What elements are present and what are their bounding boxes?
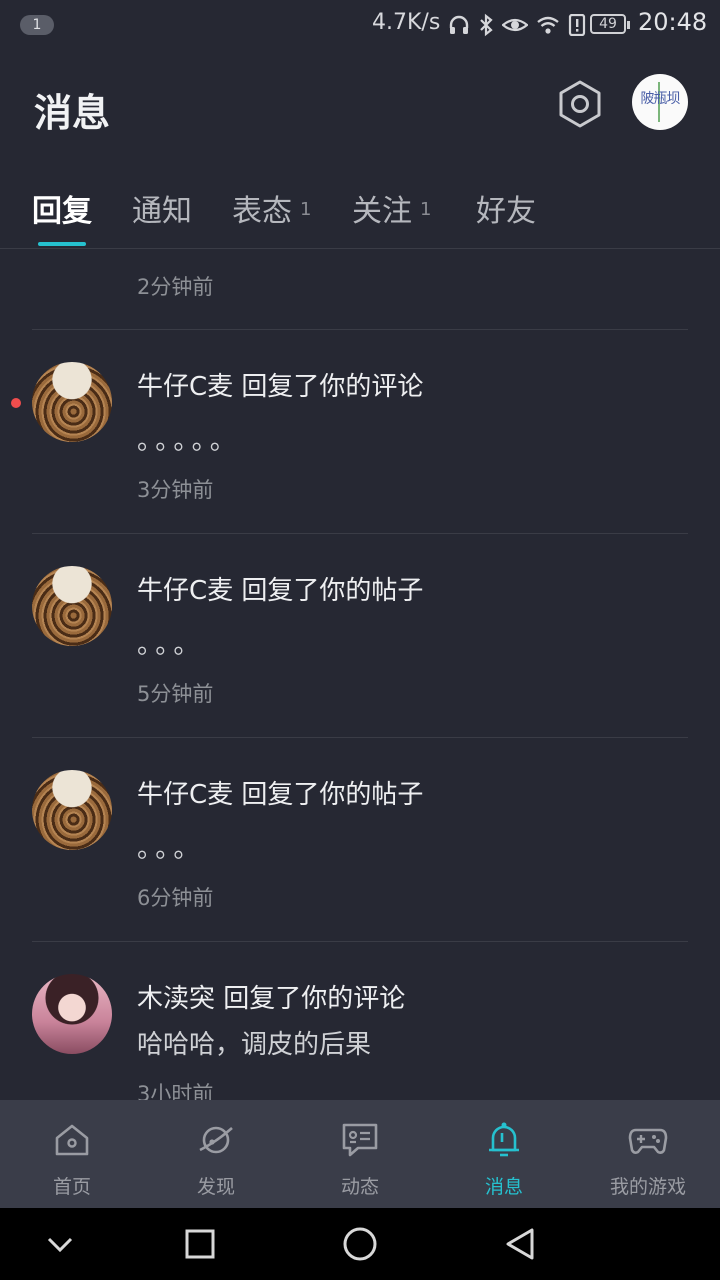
system-nav-bar bbox=[0, 1208, 720, 1280]
notification-count-badge: 1 bbox=[20, 15, 54, 35]
message-title: 木渎突 回复了你的评论 bbox=[137, 984, 406, 1014]
active-tab-indicator bbox=[38, 242, 86, 246]
tab-label: 好友 bbox=[476, 194, 536, 229]
unread-dot bbox=[11, 398, 21, 408]
tab-label: 关注 bbox=[352, 194, 412, 229]
nav-my-games[interactable]: 我的游戏 bbox=[576, 1100, 720, 1208]
avatar-text: 陂瓶坝 bbox=[640, 91, 681, 107]
back-triangle-icon bbox=[506, 1228, 534, 1260]
page-title: 消息 bbox=[34, 91, 111, 135]
message-time: 3分钟前 bbox=[137, 478, 214, 502]
message-title: 牛仔C麦 回复了你的评论 bbox=[137, 372, 424, 402]
message-title: 牛仔C麦 回复了你的帖子 bbox=[137, 780, 424, 810]
tab-friends[interactable]: 好友 bbox=[476, 186, 536, 230]
back-button[interactable] bbox=[500, 1224, 540, 1264]
tab-label: 回复 bbox=[32, 194, 92, 229]
message-body: 。。。。。 bbox=[137, 426, 242, 456]
list-item[interactable]: 牛仔C麦 回复了你的帖子 。。。 5分钟前 bbox=[0, 534, 720, 738]
message-body: 哈哈哈，调皮的后果 bbox=[137, 1030, 372, 1060]
net-speed: 4.7K/s bbox=[372, 10, 441, 35]
user-avatar[interactable]: 陂瓶坝 bbox=[632, 74, 688, 130]
nav-messages[interactable]: 消息 bbox=[432, 1100, 576, 1208]
recents-button[interactable] bbox=[180, 1224, 220, 1264]
circle-icon bbox=[343, 1227, 377, 1261]
message-title: 牛仔C麦 回复了你的帖子 bbox=[137, 576, 424, 606]
message-body: 。。。 bbox=[137, 630, 205, 660]
message-tabs: 回复 通知 表态 1 关注 1 好友 bbox=[0, 162, 720, 249]
partial-item-time: 2分钟前 bbox=[137, 275, 214, 299]
tab-badge: 1 bbox=[420, 199, 432, 220]
nav-label: 消息 bbox=[484, 1176, 523, 1198]
message-list[interactable]: 2分钟前 牛仔C麦 回复了你的评论 。。。。。 3分钟前 牛仔C麦 回复了你的帖… bbox=[0, 249, 720, 1100]
home-icon bbox=[55, 1124, 89, 1156]
clock: 20:48 bbox=[638, 8, 708, 36]
message-body: 。。。 bbox=[137, 834, 205, 864]
avatar[interactable] bbox=[32, 362, 112, 442]
message-time: 3小时前 bbox=[137, 1082, 214, 1100]
list-item[interactable]: 牛仔C麦 回复了你的评论 。。。。。 3分钟前 bbox=[0, 330, 720, 534]
bottom-nav: 首页 发现 动态 消息 我的游戏 bbox=[0, 1100, 720, 1208]
bell-icon bbox=[489, 1122, 519, 1157]
home-button[interactable] bbox=[340, 1224, 380, 1264]
tab-badge: 1 bbox=[300, 199, 312, 220]
nav-feed[interactable]: 动态 bbox=[288, 1100, 432, 1208]
eye-icon bbox=[502, 18, 528, 32]
chat-card-icon bbox=[342, 1123, 378, 1157]
avatar[interactable] bbox=[32, 566, 112, 646]
tab-notice[interactable]: 通知 bbox=[132, 186, 192, 230]
nav-label: 我的游戏 bbox=[609, 1176, 686, 1198]
status-icons bbox=[448, 10, 586, 40]
nav-label: 发现 bbox=[196, 1176, 235, 1198]
status-bar: 1 4.7K/s 49 20:48 bbox=[0, 0, 720, 52]
list-item[interactable]: 木渎突 回复了你的评论 哈哈哈，调皮的后果 3小时前 bbox=[0, 942, 720, 1100]
nav-label: 首页 bbox=[52, 1176, 91, 1198]
square-icon bbox=[185, 1229, 215, 1259]
battery-indicator: 49 bbox=[590, 14, 630, 34]
list-item[interactable]: 牛仔C麦 回复了你的帖子 。。。 6分钟前 bbox=[0, 738, 720, 942]
alert-icon bbox=[568, 14, 586, 36]
collapse-button[interactable] bbox=[40, 1224, 80, 1264]
tab-label: 通知 bbox=[132, 194, 192, 229]
tab-reply[interactable]: 回复 bbox=[32, 186, 92, 230]
nav-home[interactable]: 首页 bbox=[0, 1100, 144, 1208]
tab-follow[interactable]: 关注 1 bbox=[352, 186, 431, 230]
headphones-icon bbox=[449, 15, 469, 34]
tab-reaction[interactable]: 表态 1 bbox=[232, 186, 311, 230]
avatar[interactable] bbox=[32, 974, 112, 1054]
bluetooth-icon bbox=[480, 13, 493, 37]
nav-discover[interactable]: 发现 bbox=[144, 1100, 288, 1208]
wifi-icon bbox=[537, 16, 559, 34]
settings-button[interactable] bbox=[554, 78, 606, 130]
nav-label: 动态 bbox=[340, 1176, 379, 1198]
planet-icon bbox=[199, 1126, 233, 1154]
message-time: 6分钟前 bbox=[137, 886, 214, 910]
chevron-down-icon bbox=[47, 1237, 73, 1253]
gamepad-icon bbox=[628, 1128, 668, 1154]
avatar[interactable] bbox=[32, 770, 112, 850]
hexagon-settings-icon bbox=[559, 80, 601, 128]
tab-label: 表态 bbox=[232, 194, 292, 229]
header: 消息 陂瓶坝 bbox=[0, 52, 720, 162]
message-time: 5分钟前 bbox=[137, 682, 214, 706]
